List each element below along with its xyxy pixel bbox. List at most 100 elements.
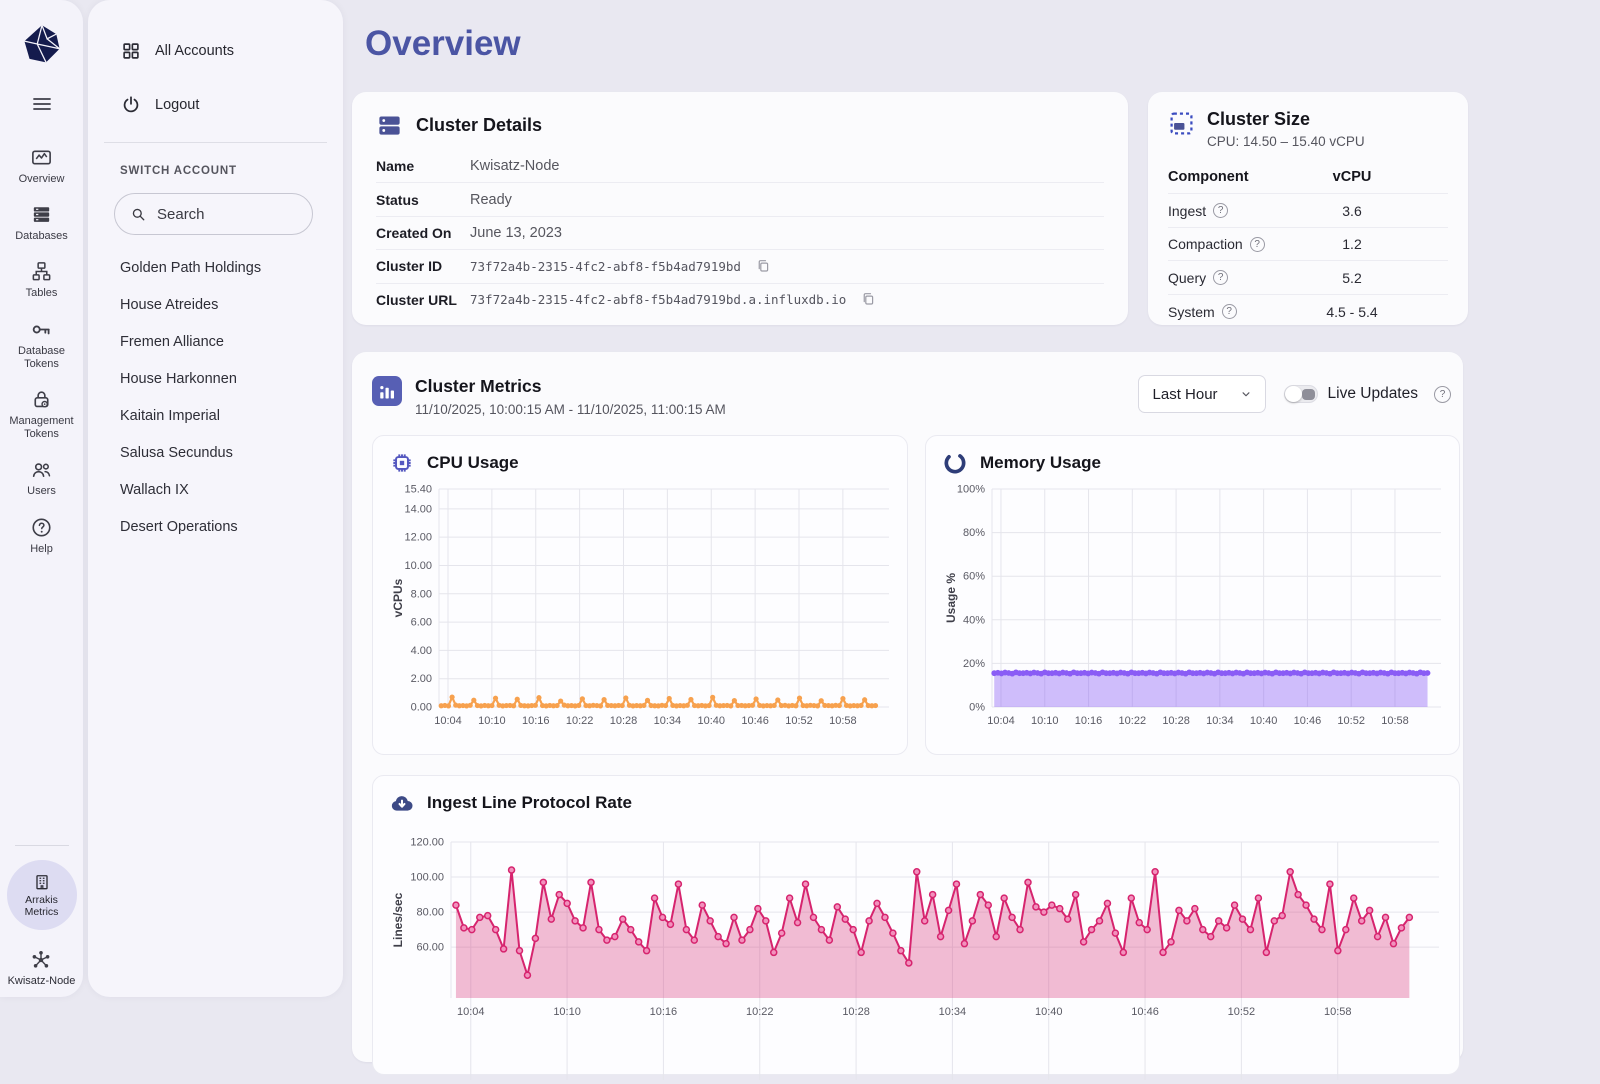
cpu-usage-header: CPU Usage [389,450,891,476]
menu-toggle-button[interactable] [30,92,54,116]
help-icon[interactable]: ? [1213,203,1228,218]
server-stack-icon [376,112,403,139]
cluster-label: Kwisatz-Node [8,975,76,987]
svg-text:10:46: 10:46 [741,715,769,727]
cpu-chip-icon [389,450,415,476]
svg-text:10:58: 10:58 [1381,715,1409,727]
sidebar-item-management-tokens[interactable]: Management Tokens [3,388,81,441]
sidebar-item-overview[interactable]: Overview [3,146,81,186]
account-list-item[interactable]: Salusa Secundus [88,434,343,471]
account-list-item[interactable]: Wallach IX [88,471,343,508]
account-list-item[interactable]: Desert Operations [88,508,343,545]
cluster-size-titles: Cluster Size CPU: 14.50 – 15.40 vCPU [1207,110,1365,149]
svg-text:10:10: 10:10 [478,715,506,727]
toggle-knob [1285,386,1302,402]
live-updates-label: Live Updates [1328,385,1418,403]
detail-value: 73f72a4b-2315-4fc2-abf8-f5b4ad7919bd [470,259,741,274]
help-icon[interactable]: ? [1250,237,1265,252]
cluster-size-subtitle: CPU: 14.50 – 15.40 vCPU [1207,134,1365,149]
detail-row-cluster-id: Cluster ID73f72a4b-2315-4fc2-abf8-f5b4ad… [376,249,1104,282]
memory-usage-chart: 100%80%60%40%20%0%10:0410:1010:1610:2210… [942,482,1445,734]
sidebar-item-database-tokens[interactable]: Database Tokens [3,318,81,371]
svg-text:2.00: 2.00 [411,673,432,685]
logout-button[interactable]: Logout [88,84,343,126]
component-label: Query [1168,270,1206,286]
memory-usage-panel: Memory Usage 100%80%60%40%20%0%10:0410:1… [925,435,1460,755]
memory-usage-header: Memory Usage [942,450,1443,476]
svg-text:10:04: 10:04 [987,715,1015,727]
copy-button[interactable] [860,291,877,308]
page-title: Overview [365,24,521,64]
sidebar-item-users[interactable]: Users [3,458,81,498]
cluster-metrics-header: Cluster Metrics 11/10/2025, 10:00:15 AM … [372,376,726,417]
account-list-item[interactable]: Fremen Alliance [88,323,343,360]
svg-text:10:40: 10:40 [1250,715,1278,727]
sidebar-item-help[interactable]: Help [3,516,81,556]
component-label: Ingest [1168,203,1206,219]
svg-text:14.00: 14.00 [404,503,432,515]
account-list-item[interactable]: House Harkonnen [88,360,343,397]
help-icon[interactable]: ? [1213,270,1228,285]
detail-label: Cluster URL [376,292,470,308]
metrics-icon [372,376,402,406]
svg-text:10:22: 10:22 [566,715,594,727]
svg-text:4.00: 4.00 [411,645,432,657]
overview-icon [30,146,53,169]
cluster-size-card: Cluster Size CPU: 14.50 – 15.40 vCPU Com… [1148,92,1468,325]
cluster-metrics-titles: Cluster Metrics 11/10/2025, 10:00:15 AM … [415,376,726,417]
sidebar-label: Users [27,485,56,498]
hamburger-icon [30,92,54,116]
detail-value: Ready [470,192,512,208]
app-logo[interactable] [20,22,64,66]
account-list: Golden Path HoldingsHouse AtreidesFremen… [88,249,343,545]
svg-text:Lines/sec: Lines/sec [391,892,405,947]
time-range-select[interactable]: Last Hour [1138,375,1266,413]
sidebar-item-databases[interactable]: Databases [3,203,81,243]
account-search[interactable] [114,193,313,235]
cloud-download-icon [389,790,415,816]
sidebar-label: Management Tokens [3,415,81,441]
detail-row-created-on: Created OnJune 13, 2023 [376,216,1104,249]
account-list-item[interactable]: House Atreides [88,286,343,323]
metrics-help-icon[interactable]: ? [1434,386,1451,403]
cluster-details-table: NameKwisatz-NodeStatusReadyCreated OnJun… [376,149,1104,316]
account-search-input[interactable] [157,206,297,223]
svg-text:80%: 80% [963,527,985,539]
org-label: Arrakis Metrics [14,894,70,918]
svg-text:10:28: 10:28 [1162,715,1190,727]
time-range-value: Last Hour [1153,386,1218,403]
svg-text:10:04: 10:04 [434,715,462,727]
cpu-usage-panel: CPU Usage 15.4014.0012.0010.008.006.004.… [372,435,908,755]
component-label: Compaction [1168,236,1243,252]
toggle-off-indicator [1302,389,1315,400]
svg-text:10:28: 10:28 [842,1006,870,1018]
svg-text:40%: 40% [963,614,985,626]
vcpu-column-header: vCPU [1292,169,1412,185]
all-accounts-button[interactable]: All Accounts [88,30,343,72]
ingest-rate-title: Ingest Line Protocol Rate [427,793,632,813]
size-row-compaction: Compaction?1.2 [1168,228,1448,262]
live-updates-toggle[interactable] [1284,385,1318,403]
users-icon [30,458,53,481]
account-list-item[interactable]: Kaitain Imperial [88,397,343,434]
cluster-size-table: Component vCPU Ingest?3.6Compaction?1.2Q… [1168,161,1448,329]
cluster-switcher-kwisatz-node[interactable]: Kwisatz-Node [8,948,76,987]
svg-text:10.00: 10.00 [404,560,432,572]
vcpu-value: 5.2 [1292,270,1412,286]
building-icon [32,872,52,892]
svg-text:10:04: 10:04 [457,1006,485,1018]
ingest-rate-header: Ingest Line Protocol Rate [389,790,1443,816]
ingest-rate-panel: Ingest Line Protocol Rate 120.00100.0080… [372,775,1460,1075]
svg-text:15.40: 15.40 [404,484,432,496]
grid-icon [120,40,142,62]
component-label: System [1168,304,1215,320]
metrics-date-range: 11/10/2025, 10:00:15 AM - 11/10/2025, 11… [415,402,726,417]
account-list-item[interactable]: Golden Path Holdings [88,249,343,286]
detail-value: Kwisatz-Node [470,158,559,174]
cluster-details-title: Cluster Details [416,115,542,136]
org-switcher-arrakis-metrics[interactable]: Arrakis Metrics [7,860,77,930]
copy-button[interactable] [755,258,772,275]
help-icon[interactable]: ? [1222,304,1237,319]
svg-text:0.00: 0.00 [411,702,432,714]
sidebar-item-tables[interactable]: Tables [3,260,81,300]
